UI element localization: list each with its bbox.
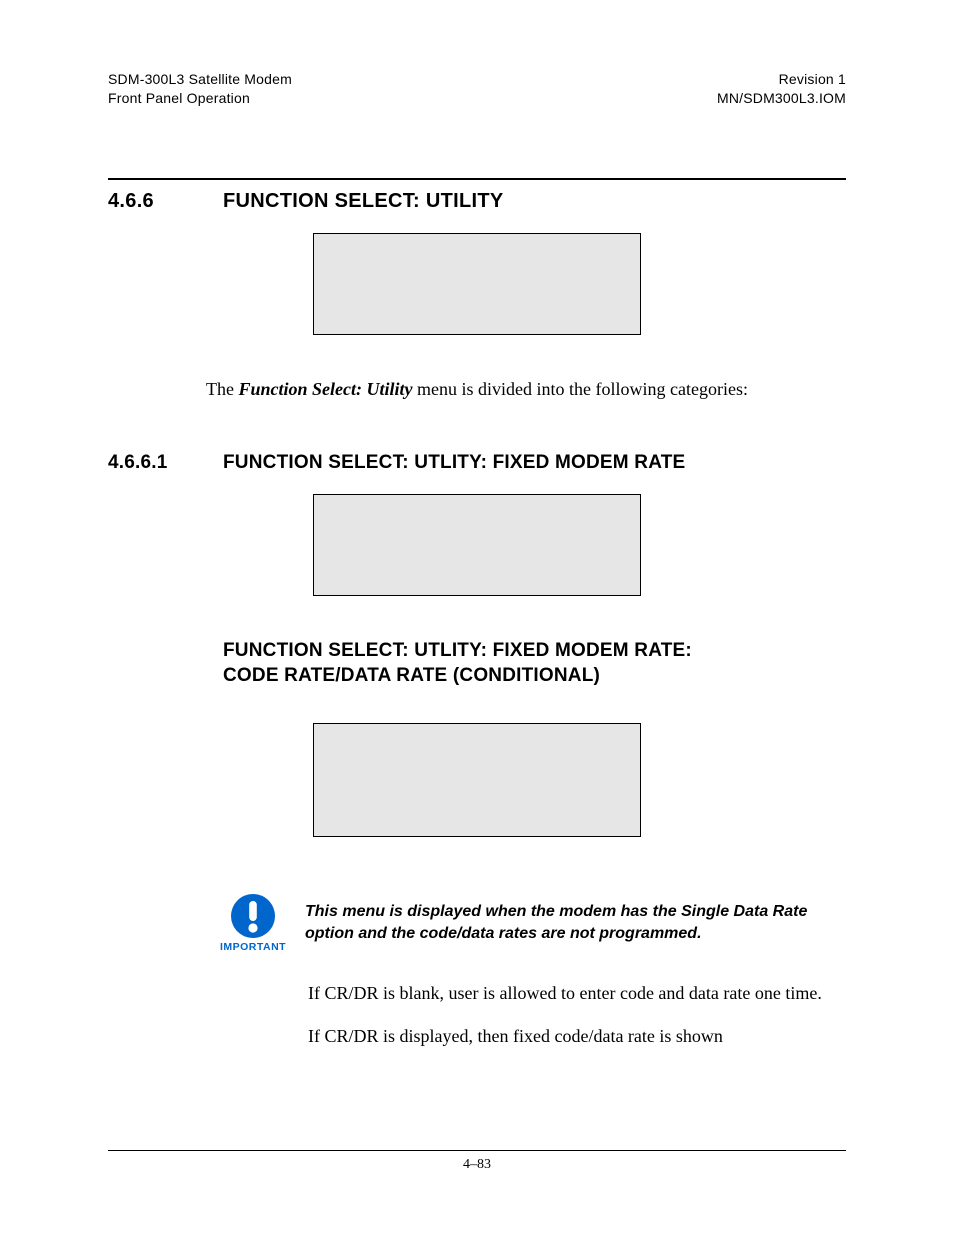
important-note: IMPORTANT This menu is displayed when th… bbox=[223, 893, 846, 953]
heading-4661-sub-line2: CODE RATE/DATA RATE (CONDITIONAL) bbox=[223, 663, 846, 689]
heading-466-number: 4.6.6 bbox=[108, 190, 223, 213]
lcd-panel-4661-sub bbox=[313, 723, 641, 837]
page-number: 4–83 bbox=[0, 1157, 954, 1173]
header-right-line2: MN/SDM300L3.IOM bbox=[717, 89, 846, 108]
intro-before: The bbox=[206, 379, 238, 399]
important-label: IMPORTANT bbox=[220, 941, 286, 953]
heading-4661-sub: FUNCTION SELECT: UTLITY: FIXED MODEM RAT… bbox=[223, 638, 846, 689]
body-paragraph-1: If CR/DR is blank, user is allowed to en… bbox=[308, 983, 846, 1004]
heading-4661-title: FUNCTION SELECT: UTLITY: FIXED MODEM RAT… bbox=[223, 452, 685, 474]
lcd-panel-466 bbox=[313, 233, 641, 335]
intro-paragraph: The Function Select: Utility menu is div… bbox=[108, 379, 846, 400]
running-header: SDM-300L3 Satellite Modem Front Panel Op… bbox=[108, 70, 846, 108]
lcd-panel-4661 bbox=[313, 494, 641, 596]
header-left-line2: Front Panel Operation bbox=[108, 89, 292, 108]
heading-466: 4.6.6 FUNCTION SELECT: UTILITY bbox=[108, 190, 846, 213]
important-text: This menu is displayed when the modem ha… bbox=[305, 901, 825, 944]
header-left-line1: SDM-300L3 Satellite Modem bbox=[108, 70, 292, 89]
heading-466-title: FUNCTION SELECT: UTILITY bbox=[223, 190, 504, 213]
heading-4661-sub-line1: FUNCTION SELECT: UTLITY: FIXED MODEM RAT… bbox=[223, 638, 846, 664]
exclamation-circle-icon bbox=[230, 893, 276, 939]
body-paragraph-2: If CR/DR is displayed, then fixed code/d… bbox=[308, 1026, 846, 1047]
important-icon: IMPORTANT bbox=[223, 893, 283, 953]
heading-4661-number: 4.6.6.1 bbox=[108, 452, 223, 474]
header-right-line1: Revision 1 bbox=[717, 70, 846, 89]
intro-after: menu is divided into the following categ… bbox=[413, 379, 748, 399]
section-rule bbox=[108, 178, 846, 180]
footer-rule bbox=[108, 1150, 846, 1151]
intro-emph: Function Select: Utility bbox=[239, 379, 413, 399]
heading-4661: 4.6.6.1 FUNCTION SELECT: UTLITY: FIXED M… bbox=[108, 452, 846, 474]
